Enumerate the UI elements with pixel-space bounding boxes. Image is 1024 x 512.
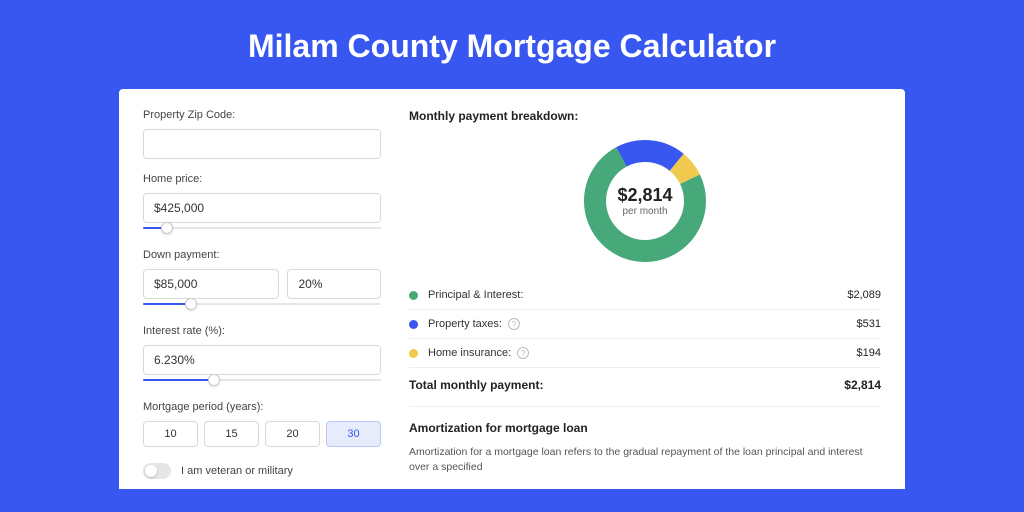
period-field: Mortgage period (years): 10152030	[143, 401, 381, 447]
donut-sub: per month	[622, 206, 667, 217]
total-row: Total monthly payment: $2,814	[409, 367, 881, 406]
down-percent-input[interactable]	[287, 269, 381, 299]
rate-slider[interactable]	[143, 373, 381, 387]
legend-row: Home insurance:?$194	[409, 338, 881, 367]
amortization-text: Amortization for a mortgage loan refers …	[409, 445, 881, 474]
rate-label: Interest rate (%):	[143, 325, 381, 337]
legend-row: Principal & Interest:$2,089	[409, 281, 881, 309]
home-price-slider[interactable]	[143, 221, 381, 235]
veteran-label: I am veteran or military	[181, 465, 293, 477]
page-title: Milam County Mortgage Calculator	[0, 0, 1024, 89]
home-price-field: Home price:	[143, 173, 381, 235]
home-price-label: Home price:	[143, 173, 381, 185]
period-buttons: 10152030	[143, 421, 381, 447]
rate-field: Interest rate (%):	[143, 325, 381, 387]
legend: Principal & Interest:$2,089Property taxe…	[409, 281, 881, 367]
info-icon[interactable]: ?	[517, 347, 529, 359]
total-value: $2,814	[844, 378, 881, 392]
down-payment-field: Down payment:	[143, 249, 381, 311]
home-price-input[interactable]	[143, 193, 381, 223]
legend-row: Property taxes:?$531	[409, 309, 881, 338]
zip-field: Property Zip Code:	[143, 109, 381, 159]
legend-dot	[409, 349, 418, 358]
donut-chart: $2,814 per month	[409, 137, 881, 265]
total-label: Total monthly payment:	[409, 378, 844, 392]
zip-input[interactable]	[143, 129, 381, 159]
amortization-block: Amortization for mortgage loan Amortizat…	[409, 406, 881, 474]
period-button-10[interactable]: 10	[143, 421, 198, 447]
down-payment-label: Down payment:	[143, 249, 381, 261]
veteran-row: I am veteran or military	[143, 463, 381, 479]
period-button-30[interactable]: 30	[326, 421, 381, 447]
rate-input[interactable]	[143, 345, 381, 375]
breakdown-title: Monthly payment breakdown:	[409, 109, 881, 123]
calculator-card: Property Zip Code: Home price: Down paym…	[119, 89, 905, 489]
breakdown-panel: Monthly payment breakdown: $2,814 per mo…	[409, 109, 881, 489]
period-button-20[interactable]: 20	[265, 421, 320, 447]
legend-value: $2,089	[847, 289, 881, 301]
form-panel: Property Zip Code: Home price: Down paym…	[143, 109, 381, 489]
legend-value: $194	[857, 347, 881, 359]
donut-value: $2,814	[617, 185, 672, 206]
legend-label: Property taxes:?	[428, 318, 857, 330]
period-button-15[interactable]: 15	[204, 421, 259, 447]
zip-label: Property Zip Code:	[143, 109, 381, 121]
legend-label: Home insurance:?	[428, 347, 857, 359]
legend-value: $531	[857, 318, 881, 330]
veteran-toggle[interactable]	[143, 463, 171, 479]
legend-label: Principal & Interest:	[428, 289, 847, 301]
down-payment-slider[interactable]	[143, 297, 381, 311]
period-label: Mortgage period (years):	[143, 401, 381, 413]
legend-dot	[409, 320, 418, 329]
down-amount-input[interactable]	[143, 269, 279, 299]
amortization-title: Amortization for mortgage loan	[409, 421, 881, 435]
legend-dot	[409, 291, 418, 300]
info-icon[interactable]: ?	[508, 318, 520, 330]
